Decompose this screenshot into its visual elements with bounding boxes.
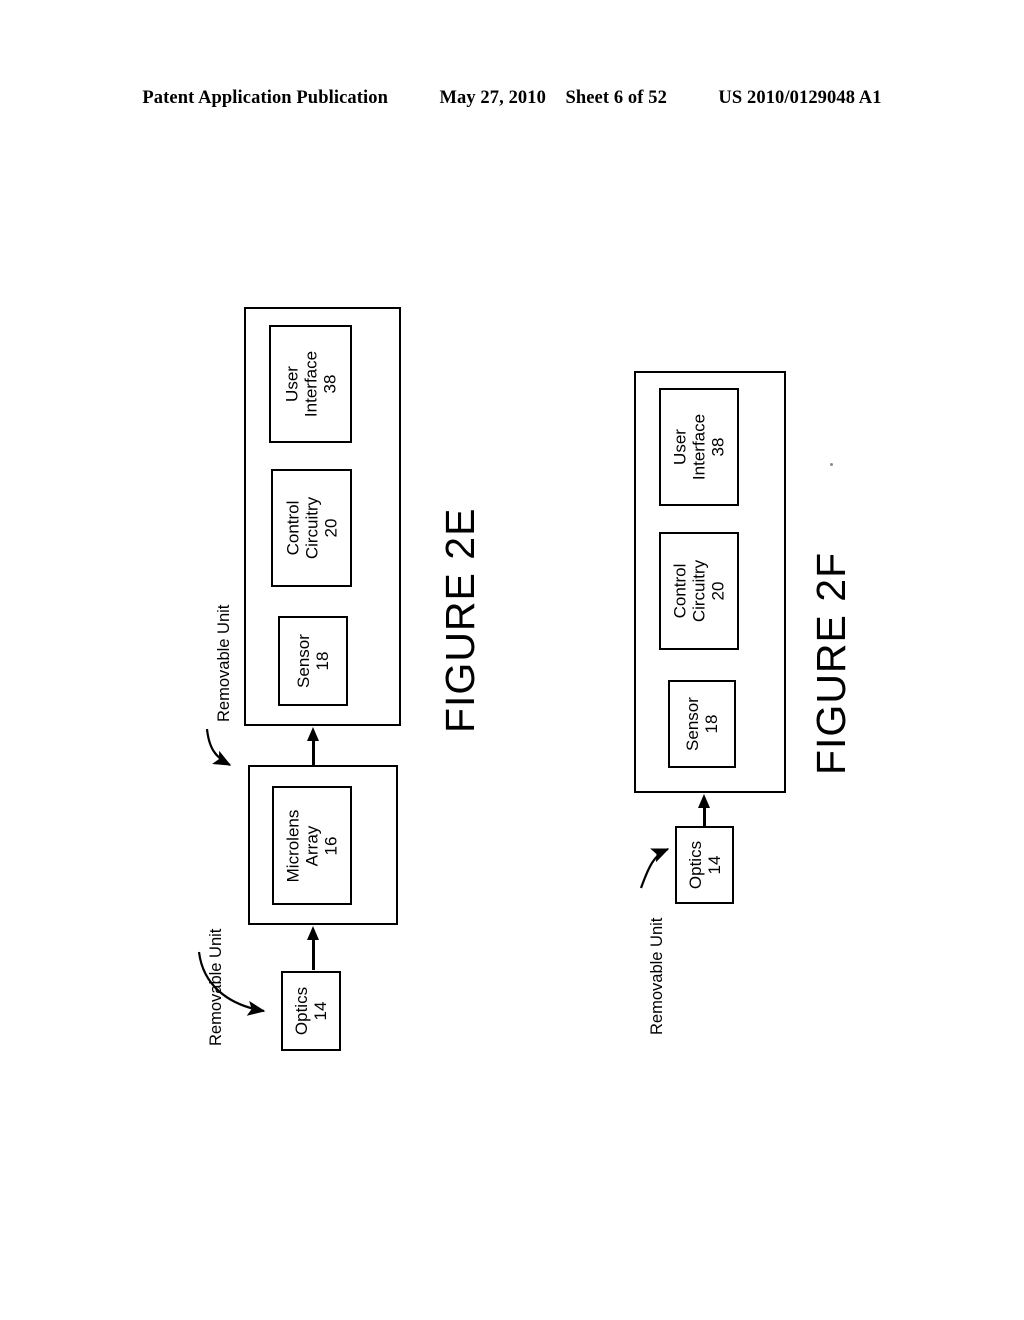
microlens-number: 16 (321, 836, 341, 855)
publication-date: May 27, 2010 (439, 88, 546, 108)
optics-label-2f: Optics 14 (685, 841, 723, 889)
sensor-label-2f: Sensor 18 (683, 697, 721, 751)
publication-title: Patent Application Publication (142, 88, 388, 108)
sensor-line1: Sensor (682, 697, 702, 751)
optics-number: 14 (311, 1001, 330, 1021)
print-speck (830, 463, 833, 466)
control-line2: Circuitry (301, 496, 321, 560)
microlens-line2: Array (302, 825, 322, 866)
optics-line1: Optics (685, 840, 705, 890)
removable-unit-callout-optics-2e: Removable Unit (207, 928, 225, 1046)
microlens-array-block-2e: Microlens Array 16 (272, 786, 352, 905)
sensor-number: 18 (313, 651, 332, 671)
sensor-label-2e: Sensor 18 (294, 634, 332, 688)
control-number: 20 (321, 518, 341, 538)
user-interface-number: 38 (320, 374, 340, 394)
optics-number: 14 (704, 855, 724, 875)
control-line2: Circuitry (689, 559, 709, 623)
sensor-line1: Sensor (293, 634, 313, 688)
optics-line1: Optics (291, 986, 311, 1036)
user-interface-line2: Interface (300, 350, 320, 418)
sheet-number: Sheet 6 of 52 (565, 88, 667, 108)
user-interface-line2: Interface (689, 413, 709, 481)
sensor-block-2e: Sensor 18 (278, 616, 348, 706)
leader-arrow-removable-unit-optics-2f (639, 847, 670, 889)
page-header: Patent Application Publication May 27, 2… (0, 88, 1024, 109)
leader-arrows-overlay (197, 728, 670, 1016)
figure-caption-2e: FIGURE 2E (437, 507, 483, 733)
microlens-line1: Microlens (283, 809, 303, 882)
user-interface-label-2e: User Interface 38 (282, 351, 339, 417)
microlens-array-label-2e: Microlens Array 16 (283, 809, 340, 882)
leader-arrow-removable-unit-main-2e (205, 728, 232, 766)
user-interface-line1: User (670, 429, 690, 465)
control-circuitry-label-2f: Control Circuitry 20 (670, 560, 727, 622)
removable-unit-callout-optics-2f: Removable Unit (648, 917, 666, 1035)
optics-label-2e: Optics 14 (292, 987, 330, 1035)
sensor-number: 18 (702, 714, 721, 734)
control-circuitry-block-2e: Control Circuitry 20 (271, 469, 352, 587)
control-line1: Control (670, 563, 690, 619)
control-line1: Control (282, 500, 302, 556)
user-interface-block-2f: User Interface 38 (659, 388, 739, 506)
user-interface-line1: User (281, 366, 301, 402)
user-interface-label-2f: User Interface 38 (670, 414, 727, 480)
removable-unit-callout-main-2e: Removable Unit (215, 604, 233, 722)
optics-block-2f: Optics 14 (675, 826, 734, 904)
optics-block-2e: Optics 14 (281, 971, 341, 1051)
sensor-block-2f: Sensor 18 (668, 680, 736, 768)
document-number: US 2010/0129048 A1 (718, 88, 882, 108)
control-circuitry-block-2f: Control Circuitry 20 (659, 532, 739, 650)
user-interface-number: 38 (708, 437, 728, 457)
figure-caption-2f: FIGURE 2F (808, 551, 854, 775)
control-number: 20 (708, 581, 728, 601)
control-circuitry-label-2e: Control Circuitry 20 (283, 497, 340, 559)
user-interface-block-2e: User Interface 38 (269, 325, 352, 443)
